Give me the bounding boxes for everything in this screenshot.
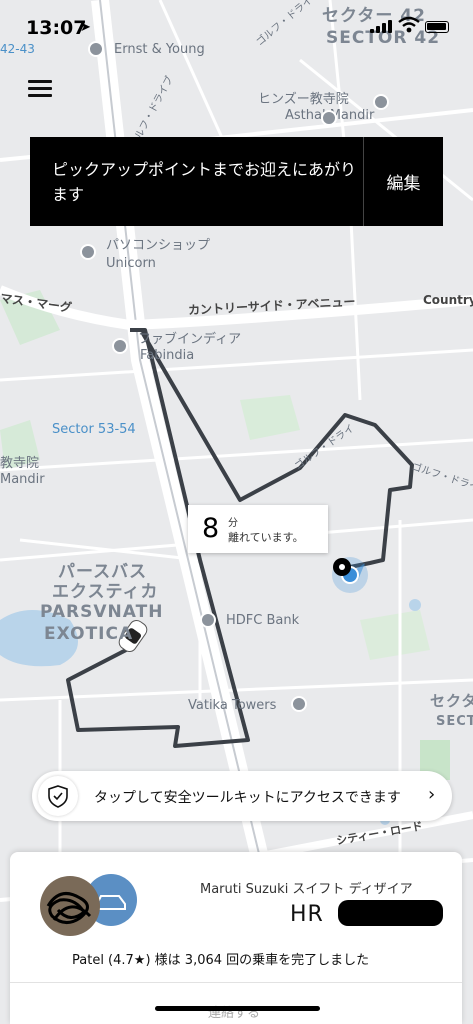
shop-icon[interactable] bbox=[80, 244, 96, 260]
cellular-signal-icon bbox=[370, 20, 392, 33]
bank-icon[interactable] bbox=[200, 612, 216, 628]
map-label-sector-right-jp: セクタ bbox=[430, 692, 473, 710]
map-label-fabindia-en: Fabindia bbox=[140, 348, 195, 363]
map-label-temple-left-jp: 教寺院 bbox=[0, 456, 40, 471]
eta-value: 8 bbox=[202, 513, 220, 544]
shield-icon bbox=[38, 776, 78, 816]
car-model: Maruti Suzuki スイフト ディザイア bbox=[200, 882, 413, 897]
license-plate: HR bbox=[290, 902, 324, 927]
map-label-road: Country bbox=[423, 293, 473, 307]
location-services-icon: ➤ bbox=[80, 20, 91, 35]
menu-button[interactable] bbox=[28, 80, 52, 100]
edit-pickup-button[interactable]: 編集 bbox=[364, 137, 443, 226]
shop-icon[interactable] bbox=[112, 338, 128, 354]
map-label-sector53: Sector 53-54 bbox=[52, 422, 136, 437]
eta-subtitle: 離れています。 bbox=[228, 531, 304, 544]
map-label-parsvnath-en2: EXOTICA bbox=[44, 624, 134, 644]
pickup-message: ピックアップポイントまでお迎えにあがります bbox=[52, 160, 357, 204]
eta-bubble: 8 分 離れています。 bbox=[188, 505, 328, 553]
wifi-icon bbox=[398, 16, 420, 33]
safety-toolkit-label: タップして安全ツールキットにアクセスできます bbox=[94, 790, 401, 806]
map-label-pc-shop-en: Unicorn bbox=[106, 256, 156, 271]
divider bbox=[10, 982, 462, 983]
map-label-parsvnath-en1: PARSVNATH bbox=[40, 602, 164, 622]
map-label-temple-left-en: Mandir bbox=[0, 472, 45, 487]
home-indicator[interactable] bbox=[155, 1006, 320, 1011]
trip-details-sheet[interactable]: Maruti Suzuki スイフト ディザイア HR Patel (4.7★)… bbox=[10, 852, 462, 1024]
poi-pin-icon[interactable] bbox=[291, 696, 307, 712]
map-label-vatika: Vatika Towers bbox=[188, 698, 277, 713]
safety-toolkit-button[interactable]: タップして安全ツールキットにアクセスできます › bbox=[32, 771, 452, 821]
map-label-fabindia-jp: ファブインディア bbox=[138, 332, 242, 347]
plate-redaction bbox=[338, 900, 443, 926]
poi-pin-icon[interactable] bbox=[321, 110, 337, 126]
map-label-sector-right-en: SECT bbox=[436, 714, 473, 729]
chevron-right-icon: › bbox=[428, 784, 436, 805]
status-bar: 13:07 ➤ bbox=[0, 0, 473, 50]
map-label-parsvnath-jp2: エクスティカ bbox=[52, 582, 159, 602]
driver-info: Patel (4.7★) 様は 3,064 回の乗車を完了しました bbox=[72, 953, 370, 968]
battery-icon bbox=[425, 21, 449, 33]
pickup-banner: ピックアップポイントまでお迎えにあがります 編集 bbox=[30, 137, 443, 226]
driver-avatar[interactable] bbox=[40, 876, 100, 936]
status-time: 13:07 bbox=[26, 17, 87, 39]
map-label-pc-shop-jp: パソコンショップ bbox=[106, 238, 211, 253]
map-label-temple-jp: ヒンズー教寺院 bbox=[258, 92, 349, 107]
temple-icon[interactable] bbox=[373, 94, 389, 110]
map-label-parsvnath-jp1: パースバス bbox=[58, 562, 148, 582]
map-label-hdfc: HDFC Bank bbox=[226, 613, 300, 628]
eta-unit: 分 bbox=[228, 518, 238, 529]
contact-button[interactable]: 連絡する bbox=[208, 1002, 260, 1021]
